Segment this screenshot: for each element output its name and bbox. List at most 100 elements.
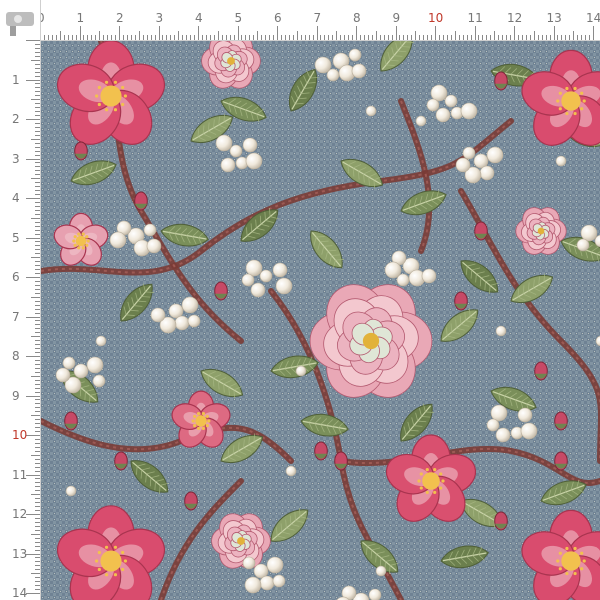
ruler-tick xyxy=(517,35,519,40)
ruler-tick xyxy=(99,31,101,40)
ruler-tick xyxy=(35,205,40,207)
binder-clip-icon xyxy=(6,12,34,36)
ruler-tick xyxy=(427,35,429,40)
ruler-tick xyxy=(221,35,223,40)
pearl-bead xyxy=(576,238,590,252)
ruler-tick xyxy=(35,273,40,275)
top-ruler-label: 14 xyxy=(586,11,600,25)
stamen xyxy=(201,426,206,431)
ruler-tick xyxy=(35,280,40,282)
pearl-bead xyxy=(229,144,243,158)
left-ruler-label: 12 xyxy=(12,507,28,521)
ruler-tick xyxy=(83,35,85,40)
left-ruler-label: 1 xyxy=(12,72,20,87)
ruler-tick xyxy=(249,35,251,40)
stamen xyxy=(191,419,195,423)
pearl-bead xyxy=(426,98,440,112)
ruler-tick xyxy=(35,174,40,176)
rose-center xyxy=(537,227,545,235)
top-ruler: 01234567891011121314 xyxy=(0,0,600,41)
flower-bud xyxy=(554,451,568,471)
stamen xyxy=(123,94,127,98)
ruler-tick xyxy=(344,35,346,40)
ruler-tick xyxy=(35,545,40,547)
ruler-tick xyxy=(26,593,40,594)
ruler-tick xyxy=(35,423,40,425)
ruler-tick xyxy=(31,454,40,456)
ruler-tick xyxy=(35,245,40,247)
stamen xyxy=(85,235,89,239)
ruler-tick xyxy=(35,304,40,306)
top-ruler-label: 3 xyxy=(155,11,164,25)
left-ruler-label: 3 xyxy=(12,151,20,166)
ruler-tick xyxy=(35,154,40,156)
stamen xyxy=(123,559,127,563)
ruler-tick xyxy=(35,352,40,354)
left-ruler-label: 11 xyxy=(12,467,28,482)
ruler-tick xyxy=(35,150,40,152)
pearl-bead xyxy=(250,282,266,298)
ruler-tick xyxy=(31,257,40,259)
ruler-tick xyxy=(35,446,40,448)
stamen xyxy=(121,102,125,107)
stamen xyxy=(558,107,562,111)
stamen xyxy=(556,559,560,563)
ruler-tick xyxy=(35,284,40,286)
ruler-tick xyxy=(31,178,40,180)
left-ruler-label: 5 xyxy=(12,230,20,245)
ruler-tick xyxy=(561,35,563,40)
pearl-bead xyxy=(490,404,508,422)
ruler-tick xyxy=(111,35,113,40)
pearl-bead xyxy=(520,422,538,440)
ruler-tick xyxy=(170,35,172,40)
ruler-tick xyxy=(237,26,239,40)
pearl-bead xyxy=(86,356,104,374)
top-ruler-label: 12 xyxy=(507,11,523,25)
pearl-bead xyxy=(486,418,500,432)
ruler-tick xyxy=(35,442,40,444)
flower-bud xyxy=(334,451,348,471)
ruler-tick xyxy=(348,35,350,40)
flower-bud xyxy=(64,411,78,431)
ruler-tick xyxy=(442,35,444,40)
flower-bud xyxy=(454,291,468,311)
ruler-tick xyxy=(35,379,40,381)
ruler-tick xyxy=(154,35,156,40)
pearl-bead xyxy=(375,565,387,577)
ruler-tick xyxy=(35,565,40,567)
ruler-tick xyxy=(363,35,365,40)
ruler-tick xyxy=(296,31,298,40)
ruler-tick xyxy=(288,35,290,40)
ruler-tick xyxy=(35,111,40,113)
ruler-tick xyxy=(280,35,282,40)
ruler-tick xyxy=(35,91,40,93)
stamen xyxy=(565,86,569,91)
ruler-corner xyxy=(0,0,40,40)
ruler-tick xyxy=(35,498,40,500)
ruler-tick xyxy=(269,35,271,40)
ruler-tick xyxy=(35,466,40,468)
ruler-tick xyxy=(502,35,504,40)
ruler-tick xyxy=(438,35,440,40)
ruler-tick xyxy=(205,35,207,40)
ruler-tick xyxy=(35,470,40,472)
ruler-tick xyxy=(31,138,40,140)
stamen xyxy=(97,85,101,90)
ruler-tick xyxy=(51,35,53,40)
ruler-tick xyxy=(581,35,583,40)
ruler-tick xyxy=(67,35,69,40)
pearl-bead xyxy=(174,315,190,331)
top-ruler-label: 10 xyxy=(428,11,444,25)
ruler-tick xyxy=(415,31,417,40)
pearl-bead xyxy=(348,48,362,62)
ruler-tick xyxy=(549,35,551,40)
ruler-tick xyxy=(174,35,176,40)
stamen xyxy=(104,545,109,549)
ruler-tick xyxy=(565,35,567,40)
ruler-tick xyxy=(35,411,40,413)
ruler-tick xyxy=(87,35,89,40)
ruler-tick xyxy=(35,502,40,504)
ruler-tick xyxy=(391,35,393,40)
ruler-tick xyxy=(537,35,539,40)
ruler-tick xyxy=(494,31,496,40)
